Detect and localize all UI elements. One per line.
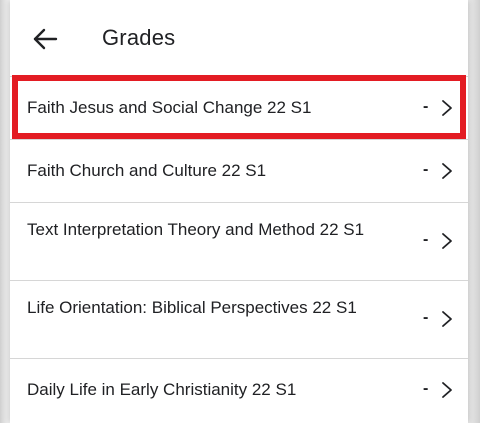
course-row[interactable]: Text Interpretation Theory and Method 22…: [10, 202, 468, 280]
grade-value: -: [423, 309, 429, 326]
course-list: Faith Jesus and Social Change 22 S1 - Fa…: [10, 76, 468, 421]
course-name: Faith Church and Culture 22 S1: [27, 161, 267, 180]
course-row[interactable]: Faith Church and Culture 22 S1 -: [10, 139, 468, 202]
course-row[interactable]: Life Orientation: Biblical Perspectives …: [10, 280, 468, 358]
grade-value: -: [423, 231, 429, 248]
chevron-right-icon: [442, 100, 452, 116]
course-row[interactable]: Daily Life in Early Christianity 22 S1 -: [10, 358, 468, 421]
app-header: Grades: [10, 0, 468, 76]
course-name: Faith Jesus and Social Change 22 S1: [27, 98, 312, 117]
chevron-right-icon: [442, 163, 452, 179]
course-row[interactable]: Faith Jesus and Social Change 22 S1 -: [10, 76, 468, 139]
course-name: Daily Life in Early Christianity 22 S1: [27, 380, 297, 399]
chevron-right-icon: [442, 233, 452, 249]
chevron-right-icon: [442, 382, 452, 398]
arrow-left-icon[interactable]: [32, 26, 58, 52]
course-name: Life Orientation: Biblical Perspectives …: [27, 298, 357, 317]
grade-value: -: [423, 161, 429, 178]
course-name: Text Interpretation Theory and Method 22…: [27, 220, 365, 239]
page-title: Grades: [102, 25, 176, 50]
device-frame: Grades Faith Jesus and Social Change 22 …: [0, 0, 480, 423]
chevron-right-icon: [442, 311, 452, 327]
grades-screen: Grades Faith Jesus and Social Change 22 …: [10, 0, 468, 423]
grade-value: -: [423, 380, 429, 397]
grade-value: -: [423, 98, 429, 115]
